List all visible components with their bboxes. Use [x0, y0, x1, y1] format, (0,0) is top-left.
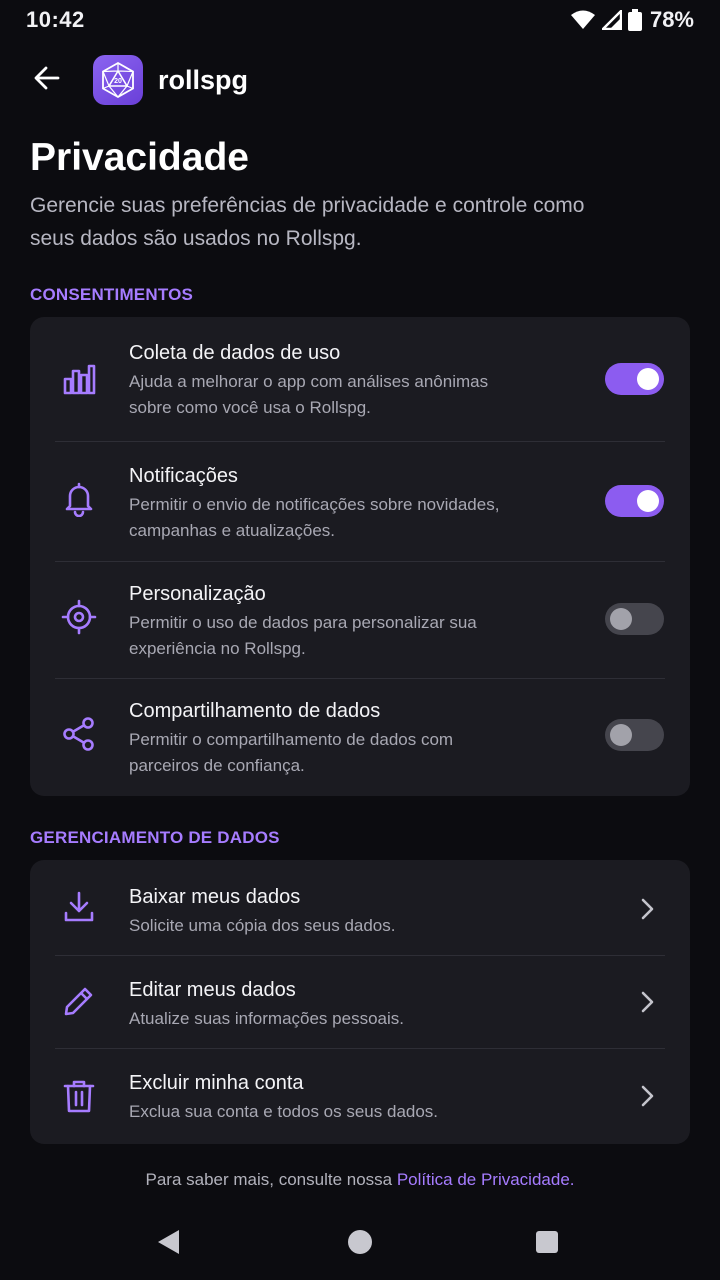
pencil-icon — [60, 982, 98, 1020]
personalization-toggle[interactable] — [605, 603, 664, 635]
download-data-row[interactable]: Baixar meus dados Solicite uma cópia dos… — [30, 860, 690, 955]
consent-description: Permitir o uso de dados para personaliza… — [129, 613, 477, 658]
download-icon — [60, 888, 98, 926]
status-bar: 10:42 78% — [0, 0, 720, 40]
row-description: Atualize suas informações pessoais. — [129, 1009, 404, 1028]
edit-data-row[interactable]: Editar meus dados Atualize suas informaç… — [30, 955, 690, 1048]
triangle-back-icon — [158, 1230, 179, 1254]
app-name: rollspg — [158, 64, 249, 95]
nav-recents-button[interactable] — [533, 1228, 561, 1256]
consent-title: Compartilhamento de dados — [129, 700, 381, 722]
consent-title: Personalização — [129, 583, 266, 605]
data-management-section-label: GERENCIAMENTO DE DADOS — [30, 828, 280, 847]
row-title: Baixar meus dados — [129, 886, 301, 908]
footer-prefix: Para saber mais, consulte nossa — [145, 1170, 397, 1189]
consent-description: Permitir o compartilhamento de dados com… — [129, 730, 454, 775]
consent-row-data-sharing: Compartilhamento de dados Permitir o com… — [30, 678, 690, 796]
trash-icon — [60, 1077, 98, 1115]
consent-description: Ajuda a melhorar o app com análises anôn… — [129, 372, 489, 417]
toggle-knob — [637, 368, 659, 390]
circle-home-icon — [348, 1230, 372, 1254]
privacy-policy-link[interactable]: Política de Privacidade. — [397, 1170, 575, 1189]
battery-icon — [627, 9, 642, 31]
square-recents-icon — [536, 1231, 558, 1253]
data-management-card: Baixar meus dados Solicite uma cópia dos… — [30, 860, 690, 1144]
bar-chart-icon — [60, 360, 98, 398]
chevron-right-icon — [635, 897, 659, 921]
d20-dice-icon: 20 — [102, 61, 134, 99]
consent-section-label: CONSENTIMENTOS — [30, 285, 194, 304]
wifi-icon — [570, 10, 596, 30]
row-description: Exclua sua conta e todos os seus dados. — [129, 1102, 439, 1121]
system-nav-bar — [0, 1200, 720, 1280]
footer-text: Para saber mais, consulte nossa Política… — [0, 1170, 720, 1190]
nav-home-button[interactable] — [346, 1228, 374, 1256]
row-title: Editar meus dados — [129, 979, 296, 1001]
notifications-toggle[interactable] — [605, 485, 664, 517]
battery-percentage: 78% — [649, 7, 694, 32]
consent-card: Coleta de dados de uso Ajuda a melhorar … — [30, 317, 690, 796]
share-icon — [60, 715, 98, 753]
app-logo: 20 — [93, 55, 143, 105]
nav-back-button[interactable] — [154, 1228, 182, 1256]
data-sharing-toggle[interactable] — [605, 719, 664, 751]
status-time: 10:42 — [26, 7, 85, 32]
delete-account-row[interactable]: Excluir minha conta Exclua sua conta e t… — [30, 1048, 690, 1144]
usage-data-toggle[interactable] — [605, 363, 664, 395]
chevron-right-icon — [635, 990, 659, 1014]
page-title: Privacidade — [30, 136, 249, 179]
bell-icon — [60, 480, 98, 518]
consent-description: Permitir o envio de notificações sobre n… — [129, 495, 500, 540]
toggle-knob — [637, 490, 659, 512]
toggle-knob — [610, 608, 632, 630]
arrow-left-icon — [33, 64, 61, 97]
target-icon — [60, 598, 98, 636]
consent-title: Notificações — [129, 465, 238, 487]
consent-row-personalization: Personalização Permitir o uso de dados p… — [30, 561, 690, 678]
consent-row-notifications: Notificações Permitir o envio de notific… — [30, 441, 690, 561]
row-title: Excluir minha conta — [129, 1072, 304, 1094]
row-description: Solicite uma cópia dos seus dados. — [129, 916, 396, 935]
privacy-screen: 10:42 78% 20 rollspg Privacidade Gerenci… — [0, 0, 720, 1280]
signal-icon — [601, 10, 622, 30]
consent-title: Coleta de dados de uso — [129, 342, 341, 364]
consent-row-usage-data: Coleta de dados de uso Ajuda a melhorar … — [30, 317, 690, 441]
chevron-right-icon — [635, 1084, 659, 1108]
back-button[interactable] — [19, 52, 75, 108]
toggle-knob — [610, 724, 632, 746]
app-bar: 20 rollspg — [0, 52, 720, 108]
status-indicators: 78% — [570, 7, 694, 33]
page-subtitle: Gerencie suas preferências de privacidad… — [30, 194, 585, 250]
logo-text: 20 — [114, 78, 122, 85]
